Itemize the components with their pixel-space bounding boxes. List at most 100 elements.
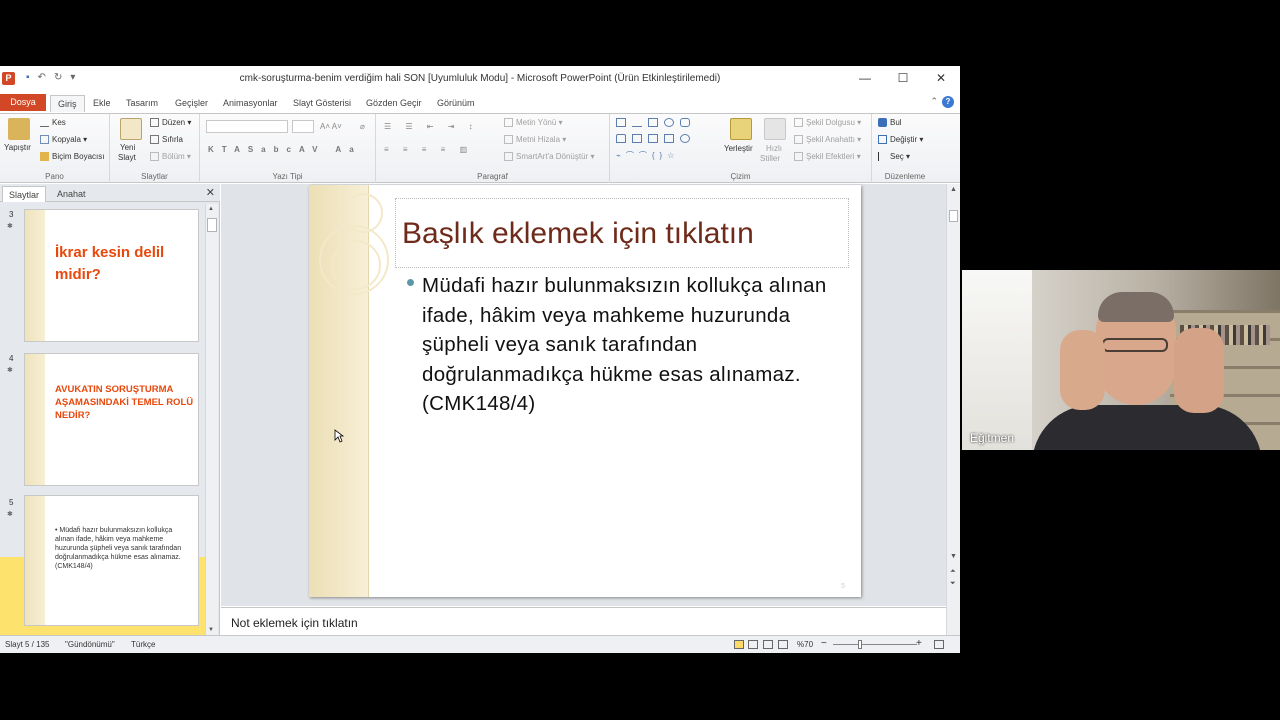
next-slide-icon[interactable]: ⏷ [950, 580, 956, 588]
close-pane-icon[interactable]: ✕ [206, 186, 215, 199]
shape-textbox-icon[interactable] [616, 118, 626, 127]
tab-transitions[interactable]: Geçişler [175, 95, 208, 112]
slide-sorter-view-icon[interactable] [748, 640, 758, 649]
list-buttons[interactable]: ☰ ☰ ⇤ ⇥ ↕ [384, 122, 479, 131]
normal-view-icon[interactable] [734, 640, 744, 649]
tab-insert[interactable]: Ekle [93, 95, 111, 112]
tab-animations[interactable]: Animasyonlar [223, 95, 278, 112]
text-direction-button[interactable]: Metin Yönü ▾ [504, 118, 563, 128]
text-direction-icon [504, 118, 513, 128]
brush-icon [40, 152, 49, 162]
cut-button[interactable]: Kes [40, 118, 66, 128]
help-icon[interactable]: ? [942, 96, 954, 108]
group-label-drawing: Çizim [730, 172, 751, 181]
font-size-box[interactable] [292, 120, 314, 133]
close-button[interactable]: ✕ [922, 66, 960, 90]
align-buttons[interactable]: ≡ ≡ ≡ ≡ ▥ [384, 145, 473, 154]
minimize-button[interactable]: — [846, 66, 884, 90]
shape-outline-button[interactable]: Şekil Anahattı ▾ [794, 135, 861, 145]
slide-body-text[interactable]: Müdafi hazır bulunmaksızın kollukça alın… [422, 271, 842, 419]
shape-circle-icon[interactable] [680, 134, 690, 143]
theme-name[interactable]: "Gündönümü" [65, 640, 115, 649]
select-button[interactable]: Seç ▾ [878, 152, 910, 162]
language-indicator[interactable]: Türkçe [131, 640, 155, 649]
previous-slide-icon[interactable]: ⏶ [950, 568, 956, 576]
shape-connector-icon[interactable] [632, 134, 642, 143]
maximize-button[interactable]: ☐ [884, 66, 922, 90]
tab-view[interactable]: Görünüm [437, 95, 475, 112]
scroll-up-icon[interactable]: ▲ [208, 206, 214, 212]
select-label: Seç [890, 152, 904, 161]
font-style-buttons[interactable]: KTASabcAV Aa [208, 145, 362, 154]
paste-button[interactable]: Yapıştır [4, 143, 31, 152]
tab-slide-show[interactable]: Slayt Gösterisi [293, 95, 351, 112]
scroll-down-icon[interactable]: ▼ [950, 553, 957, 560]
font-name-box[interactable] [206, 120, 288, 133]
background-window [962, 270, 1032, 450]
scroll-down-icon[interactable]: ▼ [208, 627, 214, 633]
slides-pane-scrollbar[interactable]: ▲ ▼ [205, 204, 218, 635]
replace-button[interactable]: Değiştir ▾ [878, 135, 923, 145]
scroll-thumb[interactable] [949, 210, 958, 222]
zoom-level[interactable]: %70 [797, 640, 813, 649]
zoom-out-button[interactable]: − [821, 638, 827, 649]
slide-thumbnail-4[interactable]: AVUKATIN SORUŞTURMA AŞAMASINDAKİ TEMEL R… [24, 353, 199, 486]
grow-font-icon[interactable]: A˄ A˅ [320, 122, 342, 131]
shape-fill-button[interactable]: Şekil Dolgusu ▾ [794, 118, 861, 128]
slideshow-view-icon[interactable] [778, 640, 788, 649]
shape-rounded-rect-icon[interactable] [680, 118, 690, 127]
zoom-slider-handle[interactable] [858, 640, 862, 649]
notes-placeholder[interactable]: Not eklemek için tıklatın [231, 616, 358, 630]
new-slide-label-2[interactable]: Slayt [118, 153, 136, 162]
tab-design[interactable]: Tasarım [126, 95, 158, 112]
shape-triangle-icon[interactable] [616, 134, 626, 143]
scroll-thumb[interactable] [207, 218, 217, 232]
current-slide[interactable]: Başlık eklemek için tıklatın Müdafi hazı… [309, 185, 861, 597]
fit-to-window-icon[interactable] [934, 640, 944, 649]
shape-arrow-icon[interactable] [648, 134, 658, 143]
tab-outline-pane[interactable]: Anahat [51, 186, 92, 202]
zoom-in-button[interactable]: + [916, 638, 922, 649]
tab-slides-pane[interactable]: Slaytlar [2, 186, 47, 202]
shapes-gallery[interactable]: ⌁⌒⌒{}☆ [616, 118, 716, 166]
quick-styles-label-2[interactable]: Stiller [760, 154, 780, 163]
copy-button[interactable]: Kopyala ▾ [40, 135, 87, 145]
slide-thumbnail-5[interactable]: • Müdafi hazır bulunmaksızın kollukça al… [24, 495, 199, 626]
thumbnail-decor-band [25, 354, 45, 485]
slide-scrollbar[interactable]: ▲ ▼ ⏶ ⏷ [946, 184, 960, 635]
find-button[interactable]: Bul [878, 118, 902, 128]
section-button[interactable]: Bölüm ▾ [150, 152, 191, 162]
minimize-ribbon-icon[interactable]: ⌃ [930, 96, 938, 107]
format-painter-button[interactable]: Biçim Boyacısı [40, 152, 104, 162]
shape-oval-icon[interactable] [664, 118, 674, 127]
find-label: Bul [890, 118, 902, 127]
align-text-button[interactable]: Metni Hizala ▾ [504, 135, 566, 145]
reset-button[interactable]: Sıfırla [150, 135, 183, 145]
quick-styles-icon[interactable] [764, 118, 786, 140]
layout-button[interactable]: Düzen ▾ [150, 118, 191, 128]
shape-arrow-down-icon[interactable] [664, 134, 674, 143]
arrange-button[interactable]: Yerleştir [724, 144, 753, 153]
reset-icon [150, 135, 159, 145]
scroll-up-icon[interactable]: ▲ [950, 186, 957, 193]
quick-styles-label-1[interactable]: Hızlı [766, 144, 782, 153]
new-slide-icon[interactable] [120, 118, 142, 140]
align-text-label: Metni Hizala [516, 135, 561, 144]
tab-review[interactable]: Gözden Geçir [366, 95, 422, 112]
shape-row-3[interactable]: ⌁⌒⌒{}☆ [616, 150, 679, 161]
notes-pane[interactable]: Not eklemek için tıklatın [221, 607, 946, 635]
tab-file[interactable]: Dosya [0, 94, 46, 111]
new-slide-label-1[interactable]: Yeni [120, 143, 135, 152]
clear-format-icon[interactable]: ⌀ [360, 122, 365, 131]
arrange-icon[interactable] [730, 118, 752, 140]
reading-view-icon[interactable] [763, 640, 773, 649]
shape-effects-button[interactable]: Şekil Efektleri ▾ [794, 152, 861, 162]
zoom-slider-track[interactable] [833, 644, 917, 645]
smartart-button[interactable]: SmartArt'a Dönüştür ▾ [504, 152, 594, 162]
paste-icon[interactable] [8, 118, 30, 140]
title-placeholder[interactable]: Başlık eklemek için tıklatın [395, 198, 849, 268]
shape-rect-icon[interactable] [648, 118, 658, 127]
shape-line-icon[interactable] [632, 118, 642, 127]
slide-thumbnail-3[interactable]: İkrar kesin delil midir? [24, 209, 199, 342]
tab-home[interactable]: Giriş [50, 95, 85, 112]
